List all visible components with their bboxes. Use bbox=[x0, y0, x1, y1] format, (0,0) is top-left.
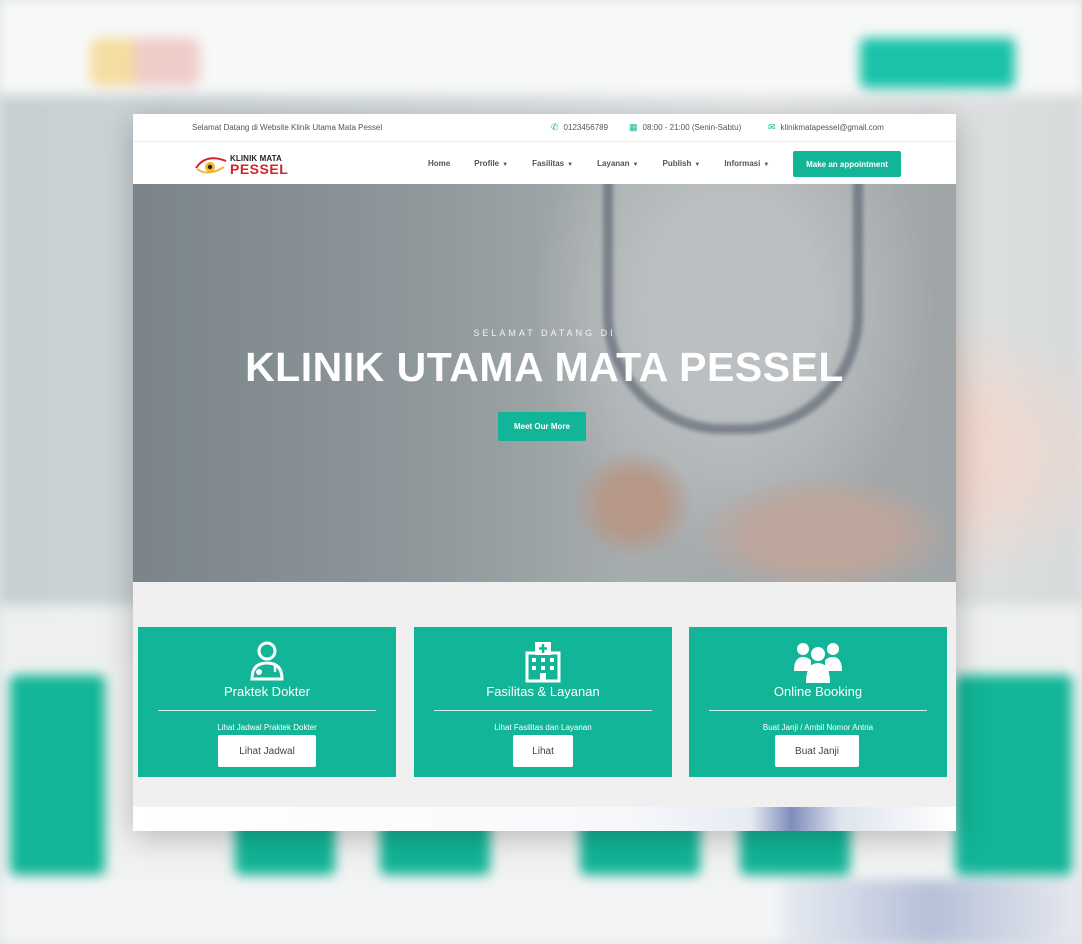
caret-down-icon: ▼ bbox=[567, 161, 574, 168]
phone-number: 0123456789 bbox=[563, 122, 609, 132]
lihat-button[interactable]: Lihat bbox=[513, 735, 573, 767]
hours-info: ▦ 08:00 - 21:00 (Senin-Sabtu) bbox=[629, 122, 741, 132]
hero-kicker: SELAMAT DATANG DI bbox=[473, 328, 616, 338]
nav-informasi[interactable]: Informasi ▼ bbox=[724, 159, 769, 168]
top-info-bar: Selamat Datang di Website Klinik Utama M… bbox=[133, 114, 956, 142]
hero-title: KLINIK UTAMA MATA PESSEL bbox=[245, 344, 844, 390]
eye-logo-icon bbox=[195, 157, 227, 174]
lihat-jadwal-button[interactable]: Lihat Jadwal bbox=[218, 735, 316, 767]
nav-layanan[interactable]: Layanan ▼ bbox=[597, 159, 638, 168]
card-online-booking: Online Booking Buat Janji / Ambil Nomor … bbox=[689, 627, 947, 777]
card-subtitle: Lihat Jadwal Praktek Dokter bbox=[217, 723, 317, 732]
nav-fasilitas[interactable]: Fasilitas ▼ bbox=[532, 159, 573, 168]
doctor-icon bbox=[250, 641, 284, 681]
email-address: klinikmatapessel@gmail.com bbox=[780, 122, 884, 132]
card-subtitle: Lihat Fasilitas dan Layanan bbox=[494, 723, 592, 732]
logo-line-2: PESSEL bbox=[230, 161, 289, 177]
hero-slider: SELAMAT DATANG DI KLINIK UTAMA MATA PESS… bbox=[133, 184, 956, 582]
phone-info[interactable]: ✆ 0123456789 bbox=[551, 122, 608, 132]
service-cards: Praktek Dokter Lihat Jadwal Praktek Dokt… bbox=[133, 582, 956, 807]
meet-our-more-button[interactable]: Meet Our More bbox=[498, 412, 586, 441]
card-fasilitas-layanan: Fasilitas & Layanan Lihat Fasilitas dan … bbox=[414, 627, 672, 777]
caret-down-icon: ▼ bbox=[763, 161, 770, 168]
calendar-icon: ▦ bbox=[629, 122, 638, 132]
website-window: Selamat Datang di Website Klinik Utama M… bbox=[133, 114, 956, 831]
group-icon bbox=[794, 643, 842, 683]
card-praktek-dokter: Praktek Dokter Lihat Jadwal Praktek Dokt… bbox=[138, 627, 396, 777]
card-subtitle: Buat Janji / Ambil Nomor Antria bbox=[762, 723, 874, 732]
envelope-icon: ✉ bbox=[768, 122, 776, 132]
card-title: Praktek Dokter bbox=[224, 684, 310, 699]
card-title: Online Booking bbox=[773, 684, 863, 699]
opening-hours: 08:00 - 21:00 (Senin-Sabtu) bbox=[642, 122, 742, 132]
caret-down-icon: ▼ bbox=[632, 161, 639, 168]
make-appointment-button[interactable]: Make an appointment bbox=[793, 151, 901, 177]
caret-down-icon: ▼ bbox=[694, 161, 701, 168]
site-logo[interactable]: KLINIK MATA PESSEL bbox=[194, 151, 288, 177]
hospital-icon bbox=[525, 642, 561, 683]
nav-profile[interactable]: Profile ▼ bbox=[474, 159, 508, 168]
email-info[interactable]: ✉ klinikmatapessel@gmail.com bbox=[768, 122, 884, 132]
caret-down-icon: ▼ bbox=[502, 161, 509, 168]
next-section-preview bbox=[133, 807, 956, 831]
main-menu: Home Profile ▼ Fasilitas ▼ Layanan ▼ Publis… bbox=[428, 142, 793, 184]
card-title: Fasilitas & Layanan bbox=[486, 684, 600, 699]
main-navbar: KLINIK MATA PESSEL Home Profile ▼ Fasilit… bbox=[133, 142, 956, 184]
buat-janji-button[interactable]: Buat Janji bbox=[775, 735, 859, 767]
phone-icon: ✆ bbox=[551, 122, 559, 132]
welcome-text: Selamat Datang di Website Klinik Utama M… bbox=[192, 123, 383, 132]
nav-home[interactable]: Home bbox=[428, 159, 450, 168]
nav-publish[interactable]: Publish ▼ bbox=[662, 159, 700, 168]
